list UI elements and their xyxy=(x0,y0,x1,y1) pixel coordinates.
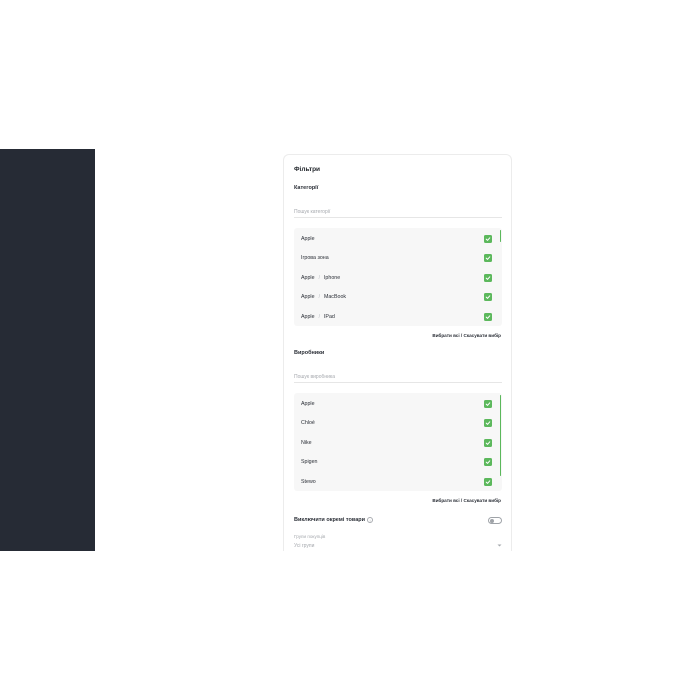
check-icon xyxy=(485,236,491,241)
manufacturer-item-part: Chloé xyxy=(301,420,315,426)
category-item-label: Ігрова зона xyxy=(301,255,329,261)
manufacturer-list-item[interactable]: Stewo xyxy=(294,472,499,491)
manufacturer-item-label: Nike xyxy=(301,440,312,446)
buyer-groups-label: Групи покупців xyxy=(294,534,326,539)
manufacturer-item-label: Apple xyxy=(301,401,315,407)
manufacturer-list-item[interactable]: Chloé xyxy=(294,414,499,433)
manufacturer-item-label: Spigen xyxy=(301,459,318,465)
manufacturer-item-label: Stewo xyxy=(301,479,316,485)
check-icon xyxy=(485,275,491,280)
manufacturers-label: Виробники xyxy=(294,350,325,356)
categories-deselect-link[interactable]: Скасувати вибір xyxy=(463,333,501,338)
manufacturer-checkbox[interactable] xyxy=(484,477,492,486)
exclude-products-toggle[interactable] xyxy=(488,516,502,524)
category-item-part: Apple xyxy=(301,235,315,242)
category-search-input[interactable] xyxy=(294,206,502,218)
manufacturer-search-input[interactable] xyxy=(294,371,502,383)
category-item-label: Apple / IPad xyxy=(301,314,335,320)
manufacturer-item-part: Stewo xyxy=(301,478,316,485)
category-item-part: MacBook xyxy=(323,294,347,300)
category-item-part: Ігрова зона xyxy=(301,255,329,261)
manufacturers-select-all-link[interactable]: Вибрати всі xyxy=(432,498,459,503)
chevron-down-icon xyxy=(496,543,502,549)
breadcrumb-separator: / xyxy=(318,274,320,281)
category-list-item[interactable]: Ігрова зона xyxy=(294,249,499,268)
exclude-products-text: Виключити окремі товари xyxy=(294,517,366,523)
info-icon[interactable]: i xyxy=(367,517,374,523)
category-checkbox[interactable] xyxy=(484,273,492,282)
manufacturer-list-item[interactable]: Spigen xyxy=(294,453,499,472)
manufacturers-select-links: Вибрати всі / Скасувати вибір xyxy=(432,498,501,503)
manufacturer-checkbox[interactable] xyxy=(484,458,492,466)
check-icon xyxy=(485,295,491,299)
category-checkbox[interactable] xyxy=(484,293,492,301)
manufacturer-list-item[interactable]: Nike xyxy=(294,433,499,452)
buyer-groups-select[interactable]: Усі групи xyxy=(294,541,502,550)
manufacturer-checkbox[interactable] xyxy=(484,399,492,408)
categories-select-links: Вибрати всі / Скасувати вибір xyxy=(432,333,501,338)
category-list-item[interactable]: Apple / Iphone xyxy=(294,268,499,287)
manufacturer-item-part: Nike xyxy=(301,439,312,446)
exclude-products-label: Виключити окремі товари i xyxy=(294,517,374,523)
manufacturer-item-label: Chloé xyxy=(301,420,315,426)
breadcrumb-separator: / xyxy=(318,313,320,320)
manufacturer-item-part: Spigen xyxy=(301,459,318,465)
check-icon xyxy=(485,479,491,484)
manufacturer-item-part: Apple xyxy=(301,400,315,407)
panel-title: Фільтри xyxy=(294,166,321,173)
categories-label: Категорії xyxy=(294,185,319,191)
breadcrumb-separator: / xyxy=(318,294,320,300)
sidebar xyxy=(0,149,95,551)
category-item-part: Iphone xyxy=(323,274,341,281)
check-icon xyxy=(485,401,491,406)
toggle-knob xyxy=(490,518,494,523)
categories-select-all-link[interactable]: Вибрати всі xyxy=(432,333,459,338)
category-list-item[interactable]: Apple / IPad xyxy=(294,307,499,326)
manufacturers-scrollbar[interactable] xyxy=(499,395,501,476)
category-list-item[interactable]: Apple xyxy=(294,229,499,248)
category-item-label: Apple / Iphone xyxy=(301,275,340,281)
buyer-groups-value: Усі групи xyxy=(294,542,315,549)
manufacturer-checkbox[interactable] xyxy=(484,419,492,427)
category-item-part: Apple xyxy=(301,274,315,281)
manufacturers-deselect-link[interactable]: Скасувати вибір xyxy=(463,498,501,503)
category-checkbox[interactable] xyxy=(484,254,492,262)
check-icon xyxy=(485,256,491,260)
check-icon xyxy=(485,440,491,445)
check-icon xyxy=(485,314,491,319)
category-item-part: Apple xyxy=(301,313,315,320)
manufacturer-checkbox[interactable] xyxy=(484,438,492,447)
exclude-products-row: Виключити окремі товари i xyxy=(294,515,502,525)
manufacturers-list: Apple Chloé Nike Spigen Stewo xyxy=(294,393,502,491)
filters-panel: Фільтри Категорії AppleІгрова зонаApple/… xyxy=(283,154,512,551)
categories-list: Apple Ігрова зона Apple / Iphone Apple / MacBoo… xyxy=(294,228,502,326)
category-checkbox[interactable] xyxy=(484,234,492,243)
category-item-label: Apple xyxy=(301,236,315,242)
category-list-item[interactable]: Apple / MacBook xyxy=(294,288,499,307)
check-icon xyxy=(485,460,491,464)
check-icon xyxy=(485,421,491,425)
categories-scrollbar[interactable] xyxy=(499,230,501,242)
category-item-label: Apple / MacBook xyxy=(301,294,346,300)
manufacturer-list-item[interactable]: Apple xyxy=(294,394,499,413)
category-checkbox[interactable] xyxy=(484,312,492,321)
category-item-part: IPad xyxy=(323,313,335,320)
category-item-part: Apple xyxy=(301,294,315,300)
